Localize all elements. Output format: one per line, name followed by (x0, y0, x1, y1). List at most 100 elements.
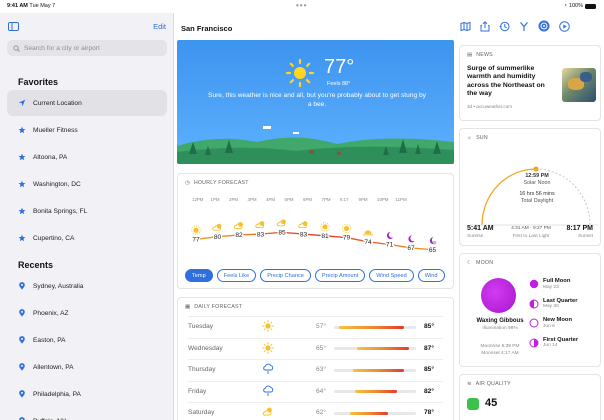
recent-item[interactable]: Philadelphia, PA (7, 381, 167, 407)
sunset-icon (363, 230, 373, 236)
favorites-heading: Favorites (18, 77, 59, 87)
day-name: Thursday (188, 366, 216, 373)
metric-pill[interactable]: Precip Amount (314, 269, 366, 282)
day-name: Wednesday (188, 344, 223, 352)
radar-icon[interactable] (538, 20, 550, 32)
air-icon: ≋ (467, 381, 472, 387)
favorite-item[interactable]: Mueller Fitness (7, 117, 167, 143)
hour-label: 1PM (210, 197, 220, 202)
aqi-value: 45 (485, 397, 498, 409)
recent-item[interactable]: Sydney, Australia (7, 273, 167, 299)
hour-label: 8:17 (340, 197, 349, 202)
metric-pill[interactable]: Wind (417, 269, 445, 282)
metric-pill[interactable]: Temp (185, 269, 213, 282)
sidebar-toggle-icon[interactable] (8, 22, 19, 31)
full-moon-icon (529, 279, 539, 289)
favorite-item[interactable]: Cupertino, CA (7, 225, 167, 251)
feels-like: Feels 88° (327, 81, 351, 87)
news-headline[interactable]: Surge of summerlike warmth and humidity … (467, 65, 555, 99)
daily-row[interactable]: Thursday 63° 85° (188, 359, 443, 379)
temp-range-bar (334, 411, 416, 415)
moon-phase-date: May 30 (543, 304, 559, 310)
sun-cloud-icon (276, 219, 286, 227)
sun-icon (341, 223, 352, 234)
recent-item-label: Easton, PA (33, 336, 66, 344)
edit-button[interactable]: Edit (153, 22, 166, 31)
sun-cloud-icon (212, 223, 222, 231)
search-field[interactable]: Search for a city or airport (7, 40, 167, 56)
recent-item[interactable]: Easton, PA (7, 327, 167, 353)
pin-icon (18, 363, 26, 371)
moon-phase-item: Full Moon May 23 (529, 278, 571, 291)
current-temperature: 77° (324, 56, 355, 78)
share-icon[interactable] (480, 20, 490, 32)
page-title: San Francisco (181, 24, 233, 33)
daily-row[interactable]: Tuesday 57° 85° (188, 316, 443, 336)
sunset-time: 8:17 PM (566, 225, 593, 232)
favorite-item[interactable]: Washington, DC (7, 171, 167, 197)
temp-range-bar (334, 325, 416, 329)
metric-pill[interactable]: Precip Chance (260, 269, 311, 282)
hour-temp-label: 85 (278, 230, 286, 237)
map-icon[interactable] (460, 21, 471, 32)
day-high: 85° (424, 323, 434, 330)
favorite-item[interactable]: Altoona, PA (7, 144, 167, 170)
favorite-item-label: Mueller Fitness (33, 126, 78, 134)
news-card[interactable]: ▤ NEWS Surge of summerlike warmth and hum… (459, 45, 601, 121)
sun-label: SUN (476, 135, 488, 141)
sunset-label: Sunset (578, 234, 593, 239)
hour-label: 2PM (229, 197, 239, 202)
moon-card: ☾ MOON Waxing Gibbous Illumination 98% Mo… (459, 253, 601, 367)
day-name: Friday (188, 387, 207, 395)
metric-pill[interactable]: Feels Like (216, 269, 257, 282)
favorite-item[interactable]: Current Location (7, 90, 167, 116)
branch-icon[interactable] (519, 21, 529, 32)
temp-range-fill (350, 411, 388, 415)
hour-temp-label: 71 (386, 242, 394, 249)
sidebar: Edit Search for a city or airport Favori… (0, 13, 174, 420)
moon-phase-label: First Quarter (543, 336, 579, 343)
moon-phase-graphic (481, 278, 516, 313)
recent-item-label: Philadelphia, PA (33, 390, 81, 398)
daily-row[interactable]: Wednesday 65° 87° (188, 337, 443, 358)
favorite-item[interactable]: Bonita Springs, FL (7, 198, 167, 224)
calendar-icon: ▦ (185, 304, 191, 310)
sun-icon (262, 341, 274, 354)
hour-label: 4PM (266, 197, 276, 202)
rain-icon (262, 385, 274, 397)
day-high: 78° (424, 409, 434, 416)
sunrise-time: 5:41 AM (467, 225, 494, 232)
moon-phase-label: Full Moon (543, 278, 571, 284)
new-moon-icon (529, 318, 539, 328)
sun-cloud-icon (233, 222, 243, 229)
hour-temp-label: 82 (235, 232, 243, 239)
moonset-time: Moonset 4:17 AM (481, 350, 519, 356)
hour-temp-label: 65 (429, 247, 437, 254)
aqi-badge (467, 398, 479, 410)
recent-item[interactable]: Phoenix, AZ (7, 300, 167, 326)
pin-icon (18, 309, 26, 317)
sun-icon (320, 222, 330, 232)
daily-row[interactable]: Friday 64° 82° (188, 380, 443, 401)
sun-cloud-icon (298, 221, 308, 229)
recent-item[interactable]: Allentown, PA (7, 354, 167, 380)
day-high: 85° (424, 366, 434, 373)
pin-icon (18, 390, 26, 398)
recent-item[interactable]: Buffalo, NY (7, 408, 167, 420)
metric-pill[interactable]: Wind Speed (369, 269, 414, 282)
hourly-temperature-chart: 77 80 82 83 85 83 81 79 74 71 67 65 (191, 219, 438, 255)
hourly-forecast-card: ◷ HOURLY FORECAST 12PM 1PM 2PM 3PM 4PM 5PM 6PM 7… (177, 173, 454, 289)
weather-message: Sure, this weather is nice and all, but … (208, 92, 426, 108)
solar-noon-time: 12:59 PM (525, 173, 549, 179)
sun-icon (262, 320, 274, 332)
hour-temp-label: 67 (407, 245, 415, 252)
hour-temp-label: 79 (343, 235, 351, 242)
daily-row[interactable]: Saturday 62° 78° (188, 402, 443, 420)
sun-position-dot (533, 166, 539, 172)
search-input[interactable]: Search for a city or airport (24, 45, 100, 52)
temp-range-bar (334, 347, 416, 350)
history-icon[interactable] (499, 21, 510, 32)
multitasking-dots[interactable]: ••• (296, 1, 307, 10)
moon-phase-name: Waxing Gibbous (476, 318, 524, 324)
play-icon[interactable] (559, 20, 570, 32)
